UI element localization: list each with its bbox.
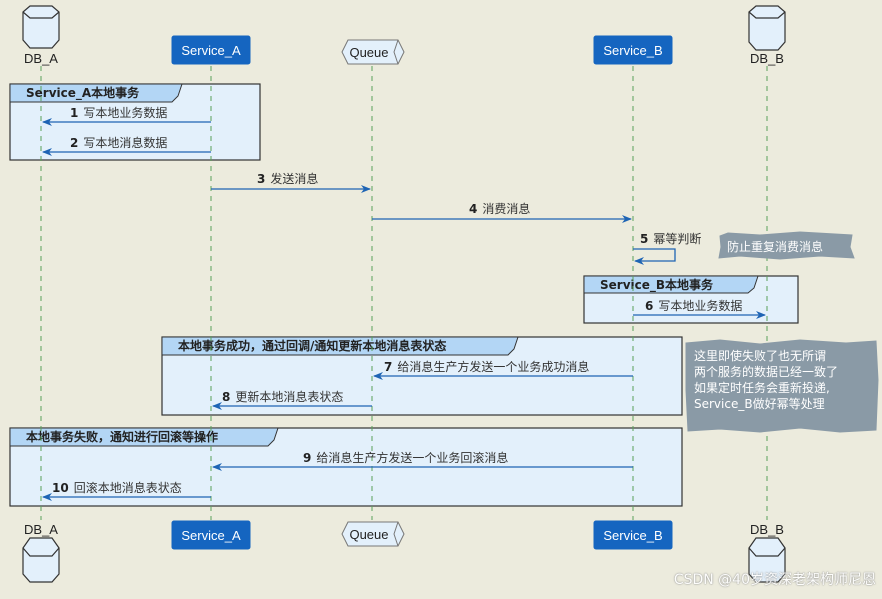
note-failure-ok: 这里即使失败了也无所谓 两个服务的数据已经一致了 如果定时任务会重新投递, Se… xyxy=(685,339,879,433)
participant-label: Service_B xyxy=(603,528,662,543)
message-label: 3 发送消息 xyxy=(257,171,318,186)
message-arrow xyxy=(633,248,676,265)
message-label: 5 幂等判断 xyxy=(640,231,701,246)
note-text: Service_B做好幂等处理 xyxy=(694,396,825,411)
participant-queue-top[interactable]: Queue xyxy=(341,39,405,65)
participant-label: Queue xyxy=(349,527,388,542)
note-text: 这里即使失败了也无所谓 xyxy=(694,348,826,363)
participant-db-a-top[interactable]: DB_A xyxy=(22,5,60,66)
message-5: 5 幂等判断 xyxy=(633,231,701,265)
database-icon xyxy=(22,537,60,583)
group-title: 本地事务失败，通知进行回滚等操作 xyxy=(26,429,218,444)
participant-label: DB_B xyxy=(750,51,784,66)
message-4: 4 消费消息 xyxy=(372,201,632,223)
watermark: CSDN @40岁资深老架构师尼恩 xyxy=(673,572,876,588)
participant-db-a-bottom[interactable]: DB_A xyxy=(22,522,60,583)
note-text: 如果定时任务会重新投递, xyxy=(694,380,830,395)
sequence-diagram: Service_A本地事务 Service_B本地事务 本地事务成功，通过回调/… xyxy=(9,5,879,583)
message-label: 1 写本地业务数据 xyxy=(70,105,167,120)
group-title: Service_A本地事务 xyxy=(26,85,140,101)
group-title: 本地事务成功，通过回调/通知更新本地消息表状态 xyxy=(178,338,446,353)
participant-label: Queue xyxy=(349,45,388,60)
participant-label: Service_A xyxy=(181,43,241,58)
participant-db-b-top[interactable]: DB_B xyxy=(748,5,786,66)
participant-service-a-top[interactable]: Service_A xyxy=(171,35,251,65)
note-prevent-duplicate: 防止重复消费消息 xyxy=(718,231,855,260)
participant-label: DB_A xyxy=(24,51,58,66)
database-icon xyxy=(22,5,60,49)
participant-label: DB_A xyxy=(24,522,58,537)
message-label: 6 写本地业务数据 xyxy=(645,298,742,313)
participant-service-b-bottom[interactable]: Service_B xyxy=(593,520,673,550)
message-label: 4 消费消息 xyxy=(469,201,530,216)
note-text: 两个服务的数据已经一致了 xyxy=(694,364,838,379)
message-label: 7 给消息生产方发送一个业务成功消息 xyxy=(384,359,589,374)
database-icon xyxy=(748,5,786,51)
group-title: Service_B本地事务 xyxy=(600,277,714,293)
message-label: 2 写本地消息数据 xyxy=(70,135,167,150)
note-text: 防止重复消费消息 xyxy=(727,239,823,254)
message-label: 9 给消息生产方发送一个业务回滚消息 xyxy=(303,450,508,465)
participant-service-b-top[interactable]: Service_B xyxy=(593,35,673,65)
participant-label: DB_B xyxy=(750,522,784,537)
participant-queue-bottom[interactable]: Queue xyxy=(341,521,405,547)
participant-label: Service_B xyxy=(603,43,662,58)
message-label: 8 更新本地消息表状态 xyxy=(222,389,343,404)
participant-service-a-bottom[interactable]: Service_A xyxy=(171,520,251,550)
message-3: 3 发送消息 xyxy=(211,171,371,193)
participant-label: Service_A xyxy=(181,528,241,543)
